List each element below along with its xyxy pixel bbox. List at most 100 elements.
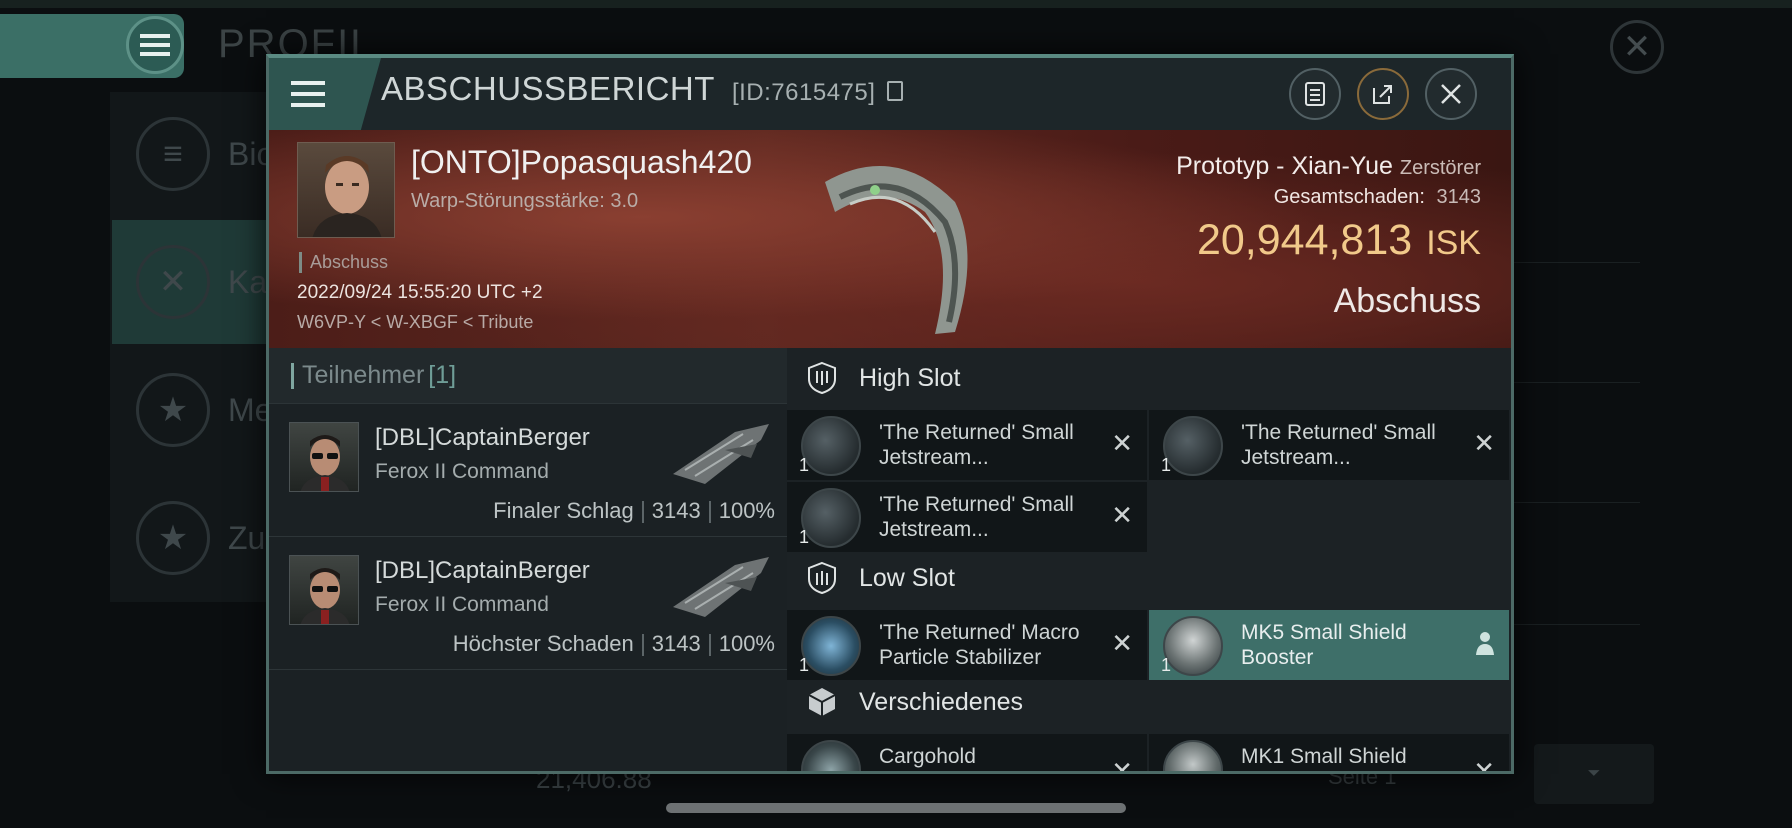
divider bbox=[708, 634, 711, 657]
participant-damage: 3143 bbox=[651, 631, 701, 656]
module-item[interactable]: 1 'The Returned' Small Jetstream... ✕ bbox=[787, 410, 1147, 480]
low-slot-header: Low Slot bbox=[787, 548, 1511, 608]
dialog-menu-button[interactable] bbox=[269, 58, 381, 130]
module-icon bbox=[1163, 616, 1223, 676]
killmail-id: [ID:7615475] bbox=[731, 79, 876, 106]
participant-ship: Ferox II Command bbox=[375, 460, 549, 483]
destroyed-icon: ✕ bbox=[1111, 500, 1133, 530]
misc-header: Verschiedenes bbox=[787, 672, 1511, 732]
participant-avatar[interactable] bbox=[289, 422, 359, 492]
kill-location[interactable]: W6VP-Y < W-XBGF < Tribute bbox=[297, 312, 533, 333]
module-name: 'The Returned' Small Jetstream... bbox=[1241, 421, 1436, 469]
filter-icon: ⏷ bbox=[1587, 765, 1601, 782]
module-quantity: 1 bbox=[799, 455, 810, 475]
document-icon bbox=[1305, 82, 1325, 106]
victim-avatar[interactable] bbox=[297, 142, 395, 238]
participants-count: [1] bbox=[428, 361, 457, 389]
ship-class: Zerstörer bbox=[1399, 157, 1481, 179]
module-name: 'The Returned' Small Jetstream... bbox=[879, 421, 1074, 469]
participant-ship-image bbox=[673, 557, 769, 617]
isk-value: 20,944,813 ISK bbox=[1197, 216, 1481, 265]
participant-role: Höchster Schaden bbox=[452, 631, 634, 656]
divider bbox=[641, 634, 644, 657]
home-indicator[interactable] bbox=[666, 803, 1126, 813]
participants-header: Teilnehmer [1] bbox=[269, 348, 787, 404]
cube-icon bbox=[805, 684, 839, 720]
module-icon bbox=[1163, 740, 1223, 771]
total-damage-label: Gesamtschaden: bbox=[1273, 186, 1425, 208]
module-item[interactable]: 1 MK5 Small Shield Booster bbox=[1149, 610, 1509, 680]
module-icon bbox=[1163, 416, 1223, 476]
isk-amount: 20,944,813 bbox=[1196, 216, 1413, 264]
module-item[interactable]: 1 'The Returned' Small Jetstream... ✕ bbox=[787, 482, 1147, 552]
portrait-image bbox=[312, 156, 382, 237]
shield-slot-icon bbox=[805, 560, 839, 596]
ship-name-text: Prototyp - Xian-Yue bbox=[1176, 152, 1393, 180]
module-item[interactable]: MK1 Small Shield ✕ bbox=[1149, 734, 1509, 774]
module-icon bbox=[801, 740, 861, 771]
misc-label: Verschiedenes bbox=[859, 687, 1024, 716]
victim-banner: [ONTO]Popasquash420 Warp-Störungsstärke:… bbox=[269, 130, 1511, 348]
share-icon bbox=[1373, 85, 1392, 104]
background-filter-button[interactable]: ⏷ bbox=[1534, 744, 1654, 804]
warp-strength: Warp-Störungsstärke: 3.0 bbox=[411, 190, 639, 212]
participant-role: Finaler Schlag bbox=[493, 498, 634, 523]
background-top-bar bbox=[0, 0, 1792, 8]
participant-name[interactable]: [DBL]CaptainBerger bbox=[375, 557, 590, 585]
high-slot-label: High Slot bbox=[859, 363, 961, 392]
portrait-image bbox=[300, 568, 350, 624]
destroyed-icon: ✕ bbox=[1473, 756, 1495, 774]
shield-slot-icon bbox=[805, 360, 839, 396]
low-slot-label: Low Slot bbox=[859, 563, 955, 592]
participant-avatar[interactable] bbox=[289, 555, 359, 625]
close-button[interactable] bbox=[1425, 68, 1477, 120]
ship-image bbox=[825, 166, 968, 334]
module-quantity: 1 bbox=[1161, 455, 1172, 475]
close-icon bbox=[1441, 84, 1461, 104]
participant-percent: 100% bbox=[718, 631, 775, 656]
document-button[interactable] bbox=[1289, 68, 1341, 120]
share-button[interactable] bbox=[1357, 68, 1409, 120]
ship-name[interactable]: Prototyp - Xian-Yue Zerstörer bbox=[1176, 152, 1481, 181]
module-icon bbox=[801, 416, 861, 476]
destroyed-icon: ✕ bbox=[1111, 756, 1133, 774]
high-slot-header: High Slot bbox=[787, 348, 1511, 408]
divider bbox=[708, 501, 711, 524]
module-item[interactable]: Cargohold ✕ bbox=[787, 734, 1147, 774]
destroyed-icon: ✕ bbox=[1111, 428, 1133, 458]
module-name: 'The Returned' Small Jetstream... bbox=[879, 493, 1074, 541]
module-icon bbox=[801, 616, 861, 676]
sidebar-item-label: Zu bbox=[228, 519, 266, 556]
dropped-person-icon bbox=[1476, 632, 1494, 655]
participants-panel: Teilnehmer [1] [DBL]CaptainBerger Ferox … bbox=[269, 348, 787, 771]
module-item[interactable]: 1 'The Returned' Macro Particle Stabiliz… bbox=[787, 610, 1147, 680]
total-damage: Gesamtschaden: 3143 bbox=[1274, 186, 1481, 209]
menu-icon bbox=[291, 81, 325, 107]
victim-name[interactable]: [ONTO]Popasquash420 bbox=[411, 144, 752, 181]
total-damage-value: 3143 bbox=[1436, 186, 1482, 208]
fitting-panel: High Slot 1 'The Returned' Small Jetstre… bbox=[787, 348, 1511, 774]
sidebar-item-label: Ka bbox=[228, 263, 268, 300]
kill-tag: Abschuss bbox=[299, 252, 388, 273]
background-close-button[interactable]: ✕ bbox=[1610, 20, 1664, 74]
killmail-dialog: ABSCHUSSBERICHT [ID:7615475] [ONTO]Popas… bbox=[266, 54, 1514, 774]
background-menu-button[interactable] bbox=[126, 16, 184, 74]
participant-damage: 3143 bbox=[651, 498, 701, 523]
close-icon: ✕ bbox=[1622, 28, 1652, 66]
portrait-image bbox=[300, 435, 350, 491]
module-item[interactable]: 1 'The Returned' Small Jetstream... ✕ bbox=[1149, 410, 1509, 480]
module-quantity: 1 bbox=[799, 527, 810, 547]
participant-stats: Finaler Schlag 3143 100% bbox=[493, 498, 775, 524]
module-icon bbox=[801, 488, 861, 548]
module-name: Cargohold bbox=[879, 745, 976, 768]
participant-stats: Höchster Schaden 3143 100% bbox=[453, 631, 775, 657]
dialog-header: ABSCHUSSBERICHT [ID:7615475] bbox=[269, 58, 1511, 130]
crossed-swords-icon: ✕ bbox=[136, 245, 210, 319]
participants-label: Teilnehmer bbox=[302, 361, 425, 389]
copy-icon[interactable] bbox=[887, 81, 904, 102]
dialog-title: ABSCHUSSBERICHT [ID:7615475] bbox=[381, 70, 904, 108]
participant-name[interactable]: [DBL]CaptainBerger bbox=[375, 424, 590, 452]
isk-unit: ISK bbox=[1426, 224, 1481, 262]
participant-row[interactable]: [DBL]CaptainBerger Ferox II Command Höch… bbox=[269, 537, 787, 670]
participant-row[interactable]: [DBL]CaptainBerger Ferox II Command Fina… bbox=[269, 404, 787, 537]
